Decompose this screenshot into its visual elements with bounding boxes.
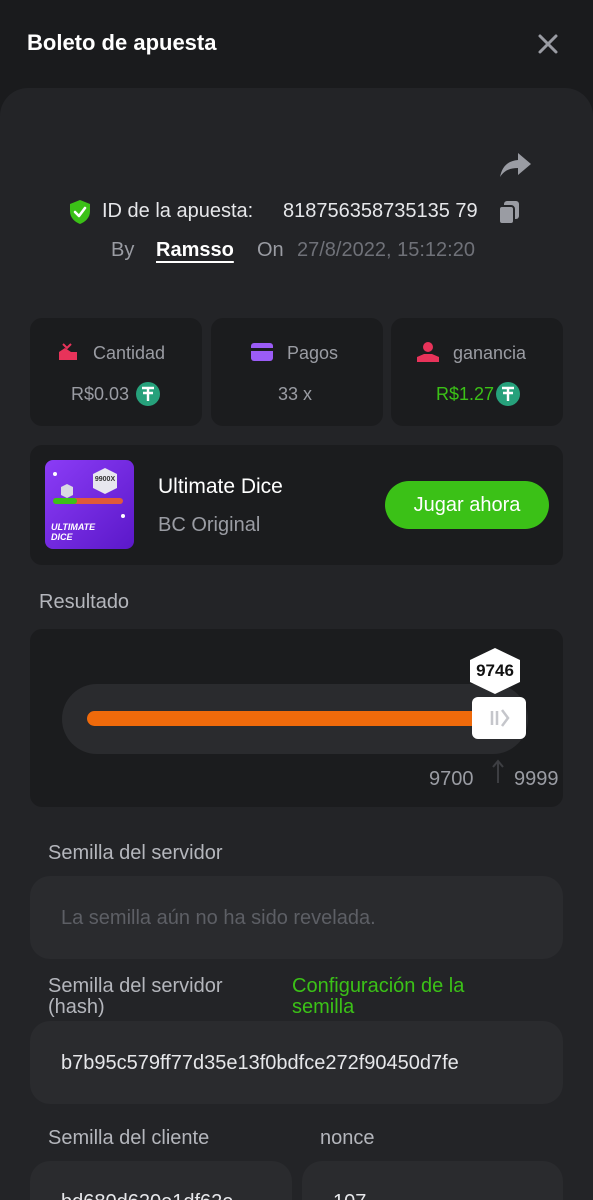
client-seed-value: bd680d620e1df62e	[61, 1191, 233, 1200]
seed-settings-line2: semilla	[292, 996, 355, 1018]
bet-id-label: ID de la apuesta:	[102, 200, 254, 222]
game-thumbnail[interactable]: 9900X ULTIMATE DICE	[45, 460, 134, 549]
game-name: Ultimate Dice	[158, 475, 283, 498]
hand-money-icon	[417, 342, 439, 362]
nonce-label: nonce	[320, 1127, 375, 1149]
result-slider-handle[interactable]	[472, 697, 526, 739]
stat-payout-value: 33 x	[278, 384, 313, 404]
tether-coin-icon	[136, 382, 160, 406]
range-low-value: 9700	[429, 768, 474, 790]
bet-id-value: 818756358735135 79	[283, 200, 478, 222]
client-seed-field[interactable]: bd680d620e1df62e	[30, 1161, 292, 1200]
game-provider: BC Original	[158, 514, 261, 536]
result-value: 9746	[476, 661, 514, 680]
stat-profit-label: ganancia	[453, 343, 527, 363]
stat-payout-label: Pagos	[287, 343, 339, 363]
game-thumb-badge: 9900X	[94, 476, 116, 483]
card-icon	[251, 343, 273, 361]
server-seed-hash-value: b7b95c579ff77d35e13f0bdfce272f90450d7fe	[61, 1052, 459, 1074]
stat-amount: Cantidad R$0.03	[30, 318, 202, 426]
stat-amount-label: Cantidad	[93, 343, 166, 363]
on-label: On	[257, 239, 284, 261]
nonce-value: 107	[333, 1191, 366, 1200]
share-icon[interactable]	[498, 150, 534, 180]
modal-header: Boleto de apuesta	[0, 0, 593, 88]
game-thumb-title: ULTIMATE DICE	[51, 522, 96, 542]
play-now-button[interactable]: Jugar ahora	[385, 481, 549, 529]
by-label: By	[111, 239, 135, 261]
stat-amount-value: R$0.03	[71, 384, 130, 404]
result-fill-bar	[87, 711, 492, 726]
seed-settings-line1: Configuración de la	[292, 975, 465, 997]
server-seed-placeholder: La semilla aún no ha sido revelada.	[61, 907, 376, 929]
nonce-field[interactable]: 107	[302, 1161, 563, 1200]
bet-datetime: 27/8/2022, 15:12:20	[297, 239, 475, 261]
bet-id-row: ID de la apuesta: 818756358735135 79	[0, 196, 593, 228]
up-arrow-icon	[492, 759, 504, 783]
stat-profit-value: R$1.27	[436, 384, 495, 404]
tether-coin-icon	[496, 382, 520, 406]
server-seed-hash-label-line1: Semilla del servidor	[48, 975, 223, 997]
result-label: Resultado	[39, 591, 130, 613]
server-seed-hash-label-line2: (hash)	[48, 996, 105, 1018]
user-link[interactable]: Ramsso	[156, 239, 234, 262]
server-seed-hash-field[interactable]: b7b95c579ff77d35e13f0bdfce272f90450d7fe	[30, 1021, 563, 1104]
result-track	[62, 684, 528, 754]
server-seed-label: Semilla del servidor	[48, 842, 223, 864]
money-bag-icon	[59, 343, 77, 360]
result-box: 9746 9700 9999	[30, 629, 563, 807]
verified-shield-icon	[70, 200, 90, 224]
range-high-value: 9999	[514, 768, 559, 790]
stat-profit: ganancia R$1.27	[391, 318, 563, 426]
stat-payout: Pagos 33 x	[211, 318, 383, 426]
game-card: 9900X ULTIMATE DICE Ultimate Dice BC Ori…	[30, 445, 563, 565]
close-icon[interactable]	[534, 30, 562, 58]
slider-grip-icon	[490, 709, 510, 727]
server-seed-field[interactable]: La semilla aún no ha sido revelada.	[30, 876, 563, 959]
seed-settings-link[interactable]: Configuración de la semilla	[292, 976, 464, 1018]
bet-author-row: By Ramsso On 27/8/2022, 15:12:20	[0, 236, 593, 266]
modal-title: Boleto de apuesta	[27, 30, 217, 55]
copy-icon[interactable]	[496, 199, 522, 225]
client-seed-label: Semilla del cliente	[48, 1127, 210, 1149]
server-seed-hash-label: Semilla del servidor (hash)	[48, 976, 223, 1018]
